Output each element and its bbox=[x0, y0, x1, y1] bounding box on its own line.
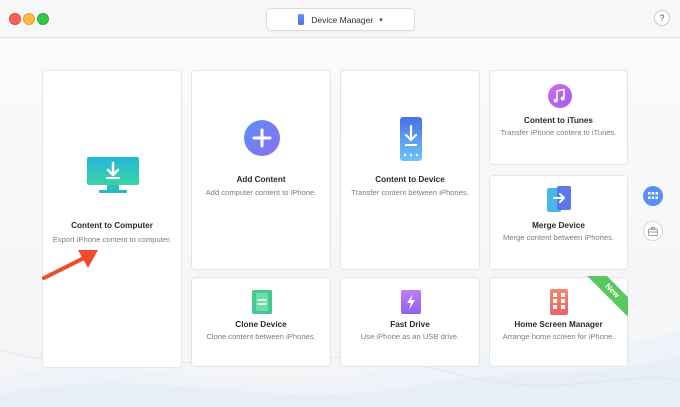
grid-icon bbox=[648, 192, 658, 199]
device-manager-dropdown[interactable]: Device Manager ▾ bbox=[266, 8, 415, 31]
card-description: Merge content between iPhones. bbox=[502, 233, 615, 242]
minimize-window-button[interactable] bbox=[23, 13, 35, 25]
card-content-to-device[interactable]: Content to Device Transfer content betwe… bbox=[340, 70, 480, 270]
phone-icon bbox=[298, 14, 305, 25]
new-badge-label: New bbox=[586, 276, 628, 318]
card-title: Content to Device bbox=[375, 175, 445, 184]
card-fast-drive[interactable]: Fast Drive Use iPhone as an USB drive. bbox=[340, 277, 480, 367]
clone-device-icon bbox=[252, 290, 272, 314]
card-description: Transfer iPhone content to iTunes. bbox=[500, 128, 617, 137]
toolkit-button[interactable] bbox=[643, 221, 663, 241]
card-title: Merge Device bbox=[532, 221, 585, 230]
card-title: Home Screen Manager bbox=[514, 320, 603, 329]
card-clone-device[interactable]: Clone Device Clone content between iPhon… bbox=[191, 277, 331, 367]
home-screen-icon bbox=[550, 289, 568, 315]
grid-view-button[interactable] bbox=[643, 186, 663, 206]
phone-transfer-icon bbox=[400, 117, 422, 161]
chevron-down-icon: ▾ bbox=[379, 16, 383, 24]
device-manager-label: Device Manager bbox=[311, 14, 374, 25]
new-badge: New bbox=[586, 276, 628, 318]
app-window: Device Manager ▾ ? Content to Computer E… bbox=[0, 0, 680, 407]
card-content-to-itunes[interactable]: Content to iTunes Transfer iPhone conten… bbox=[489, 70, 628, 165]
help-button[interactable]: ? bbox=[654, 10, 670, 26]
card-title: Content to iTunes bbox=[524, 116, 593, 125]
zoom-window-button[interactable] bbox=[37, 13, 49, 25]
card-content-to-computer[interactable]: Content to Computer Export iPhone conten… bbox=[42, 70, 182, 368]
plus-circle-icon bbox=[244, 120, 280, 156]
card-title: Add Content bbox=[236, 175, 286, 184]
card-description: Transfer content between iPhones. bbox=[351, 188, 469, 197]
card-merge-device[interactable]: Merge Device Merge content between iPhon… bbox=[489, 175, 628, 270]
red-arrow-annotation bbox=[42, 250, 98, 280]
fast-drive-icon bbox=[401, 290, 421, 314]
title-bar: Device Manager ▾ ? bbox=[0, 0, 680, 38]
card-title: Content to Computer bbox=[71, 221, 153, 230]
card-title: Clone Device bbox=[235, 320, 287, 329]
card-description: Add computer content to iPhone. bbox=[205, 188, 317, 197]
card-description: Arrange home screen for iPhone. bbox=[502, 332, 615, 341]
card-description: Use iPhone as an USB drive. bbox=[360, 332, 460, 341]
card-description: Clone content between iPhones. bbox=[206, 332, 316, 341]
monitor-download-icon bbox=[87, 157, 139, 193]
itunes-icon bbox=[548, 84, 572, 108]
merge-device-icon bbox=[547, 186, 571, 212]
toolbox-icon bbox=[648, 226, 658, 236]
card-title: Fast Drive bbox=[390, 320, 430, 329]
close-window-button[interactable] bbox=[9, 13, 21, 25]
card-add-content[interactable]: Add Content Add computer content to iPho… bbox=[191, 70, 331, 270]
card-description: Export iPhone content to computer. bbox=[52, 235, 172, 244]
